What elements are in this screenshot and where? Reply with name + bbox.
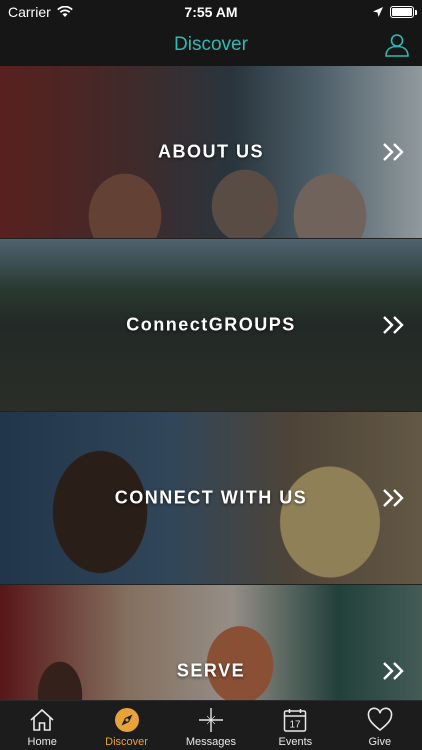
card-label: CONNECT WITH US	[114, 487, 308, 508]
tab-home[interactable]: Home	[0, 707, 84, 748]
double-chevron-right-icon	[383, 143, 404, 161]
status-left: Carrier	[8, 4, 73, 20]
card-serve[interactable]: SERVE	[0, 585, 422, 700]
compass-icon	[114, 708, 139, 732]
calendar-date: 17	[290, 720, 302, 731]
heart-icon	[367, 707, 393, 732]
card-label: ABOUT US	[158, 141, 264, 162]
double-chevron-right-icon	[383, 316, 404, 334]
profile-icon[interactable]	[384, 32, 410, 58]
tab-events[interactable]: 17 Events	[253, 707, 337, 748]
tab-label: Home	[27, 736, 57, 748]
tab-label: Give	[368, 736, 392, 748]
status-bar: Carrier 7:55 AM	[0, 0, 422, 24]
tab-label: Discover	[105, 736, 148, 748]
card-label: SERVE	[176, 660, 246, 681]
tab-give[interactable]: Give	[338, 707, 422, 748]
wifi-icon	[56, 6, 73, 17]
card-about-us[interactable]: ABOUT US	[0, 66, 422, 239]
double-chevron-right-icon	[383, 489, 404, 507]
battery-icon	[390, 6, 417, 18]
location-arrow-icon	[373, 7, 383, 17]
tab-label: Events	[278, 736, 313, 748]
card-connect-with-us[interactable]: CONNECT WITH US	[0, 412, 422, 585]
calendar-icon: 17	[284, 709, 307, 732]
nav-bar: Discover	[0, 24, 422, 66]
tab-discover[interactable]: Discover	[85, 707, 169, 748]
card-connectgroups[interactable]: ConnectGROUPS	[0, 239, 422, 412]
double-chevron-right-icon	[383, 662, 404, 680]
carrier-label: Carrier	[8, 4, 51, 20]
status-right	[372, 6, 417, 18]
tab-bar: Home Discover Messages 17 Events Give	[0, 700, 422, 750]
page-title: Discover	[174, 34, 248, 55]
crosshair-icon	[198, 708, 223, 732]
tab-messages[interactable]: Messages	[169, 707, 253, 748]
home-icon	[30, 708, 54, 731]
discover-list: ABOUT US ConnectGROUPS CONNECT WITH US S…	[0, 66, 422, 700]
tab-label: Messages	[185, 736, 237, 748]
card-label: ConnectGROUPS	[126, 314, 296, 335]
